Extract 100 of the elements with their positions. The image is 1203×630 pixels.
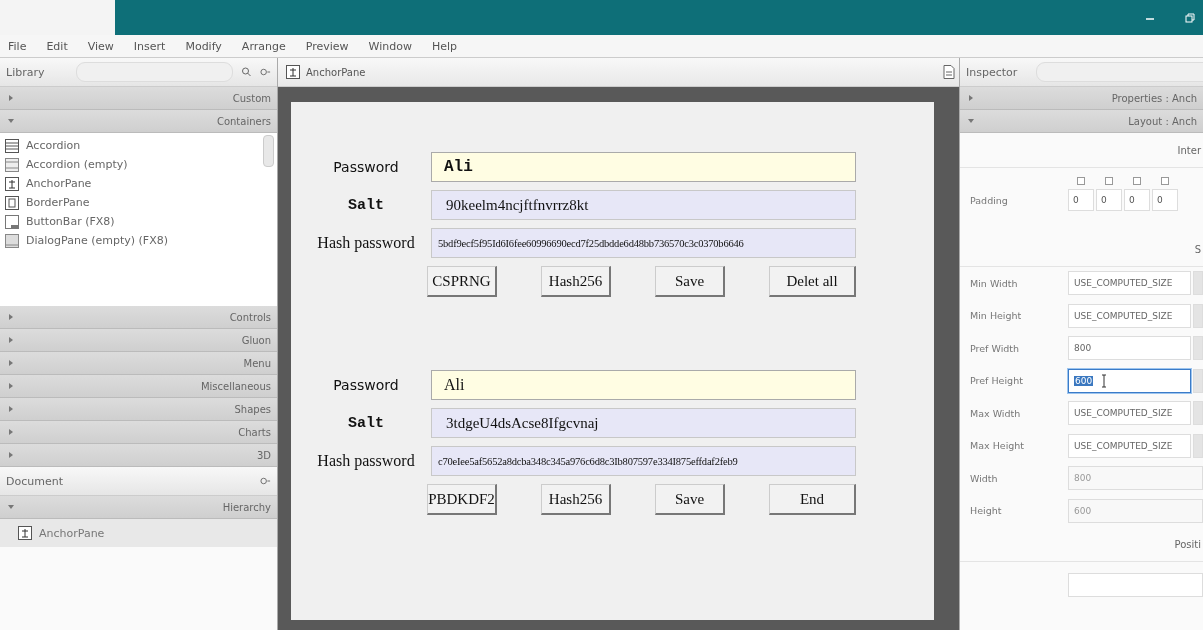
property-label: Max Width: [970, 407, 1022, 419]
property-label: Pref Width: [970, 342, 1021, 354]
property-field[interactable]: 800: [1068, 336, 1192, 361]
section-header[interactable]: Custom: [0, 87, 277, 110]
menu-item[interactable]: Preview: [305, 39, 349, 53]
library-item[interactable]: AnchorPane: [0, 174, 277, 193]
section-header[interactable]: Miscellaneous: [0, 375, 277, 398]
scrollbar-thumb[interactable]: [263, 135, 274, 167]
field-label: Password: [332, 159, 400, 175]
salt-field[interactable]: 90keelm4ncjftfnvrrz8kt: [431, 190, 856, 220]
action-button[interactable]: End: [769, 484, 856, 515]
property-field[interactable]: USE_COMPUTED_SIZE: [1068, 433, 1192, 458]
menu-item[interactable]: Arrange: [241, 39, 286, 53]
library-item[interactable]: Accordion (empty): [0, 155, 277, 174]
field-label: Salt: [347, 196, 385, 214]
section-header[interactable]: Layout : Anch: [960, 110, 1203, 133]
section-header[interactable]: Gluon: [0, 329, 277, 352]
action-button[interactable]: Save: [655, 266, 726, 297]
expand-arrow-icon[interactable]: [8, 452, 14, 458]
expand-arrow-icon[interactable]: [8, 314, 14, 320]
section-header[interactable]: Charts: [0, 421, 277, 444]
restore-icon[interactable]: [1185, 12, 1195, 23]
section-header[interactable]: 3D: [0, 444, 277, 467]
library-item[interactable]: ButtonBar (FX8): [0, 212, 277, 231]
field-label: Salt: [347, 414, 385, 432]
expand-arrow-icon[interactable]: [8, 360, 14, 366]
menu-item[interactable]: Window: [368, 39, 412, 53]
checkbox-icon[interactable]: [1133, 177, 1141, 185]
expand-arrow-icon[interactable]: [8, 406, 14, 412]
action-button[interactable]: Delet all: [769, 266, 856, 297]
expand-arrow-icon[interactable]: [8, 95, 14, 101]
group-heading: S: [1194, 243, 1201, 255]
search-field[interactable]: [76, 62, 233, 82]
menu-item[interactable]: View: [87, 39, 114, 53]
item-label: BorderPane: [26, 196, 90, 209]
search-icon[interactable]: [241, 67, 252, 77]
document-icon[interactable]: [943, 65, 955, 79]
hierarchy-item[interactable]: AnchorPane: [0, 519, 277, 547]
item-label: DialogPane (empty) (FX8): [26, 234, 168, 247]
action-button[interactable]: CSPRNG: [427, 266, 497, 297]
expand-arrow-icon[interactable]: [8, 429, 14, 435]
password-field[interactable]: Ali: [431, 370, 856, 400]
property-field[interactable]: USE_COMPUTED_SIZE: [1068, 303, 1192, 328]
expand-arrow-icon[interactable]: [8, 383, 14, 389]
collapse-arrow-icon[interactable]: [8, 118, 14, 124]
section-header[interactable]: Hierarchy: [0, 496, 277, 519]
anchor-icon: [286, 65, 300, 79]
checkbox-icon[interactable]: [1161, 177, 1169, 185]
library-item[interactable]: BorderPane: [0, 193, 277, 212]
library-item[interactable]: DialogPane (empty) (FX8): [0, 231, 277, 250]
property-field[interactable]: [1068, 573, 1203, 598]
item-label: AnchorPane: [26, 177, 92, 190]
border-pane-icon: [5, 195, 19, 210]
action-button[interactable]: Save: [655, 484, 726, 515]
expand-arrow-icon[interactable]: [968, 95, 974, 101]
section-header[interactable]: Menu: [0, 352, 277, 375]
padding-field[interactable]: 0: [1096, 189, 1122, 211]
padding-field[interactable]: 0: [1152, 189, 1178, 211]
section-header[interactable]: Containers: [0, 110, 277, 133]
menu-item[interactable]: Insert: [133, 39, 166, 53]
action-button[interactable]: Hash256: [541, 266, 612, 297]
collapse-arrow-icon[interactable]: [8, 504, 14, 510]
anchor-icon: [5, 176, 19, 191]
item-label: AnchorPane: [39, 526, 105, 540]
gear-menu-icon[interactable]: [260, 476, 271, 486]
group-heading: Inter: [1177, 144, 1201, 156]
action-button[interactable]: PBDKDF2: [427, 484, 497, 515]
salt-field[interactable]: 3tdgeU4dsAcse8Ifgcvnaj: [431, 408, 856, 438]
section-header[interactable]: Properties : Anch: [960, 87, 1203, 110]
group-heading: Positi: [1174, 538, 1201, 550]
section-header[interactable]: Shapes: [0, 398, 277, 421]
padding-field[interactable]: 0: [1068, 189, 1094, 211]
collapse-arrow-icon[interactable]: [968, 118, 974, 124]
menu-item[interactable]: Modify: [185, 39, 222, 53]
password-field[interactable]: Ali: [431, 152, 856, 182]
section-header[interactable]: Controls: [0, 306, 277, 329]
property-label: Width: [970, 472, 999, 484]
padding-field[interactable]: 0: [1124, 189, 1150, 211]
property-field[interactable]: USE_COMPUTED_SIZE: [1068, 401, 1192, 426]
menu-item[interactable]: Help: [431, 39, 457, 53]
action-button[interactable]: Hash256: [541, 484, 612, 515]
checkbox-icon[interactable]: [1105, 177, 1113, 185]
dialog-pane-icon: [5, 233, 19, 248]
accordion-icon: [5, 157, 19, 172]
property-label: Min Height: [970, 310, 1023, 322]
checkbox-icon[interactable]: [1077, 177, 1085, 185]
search-field[interactable]: [1036, 62, 1203, 82]
property-field[interactable]: USE_COMPUTED_SIZE: [1068, 271, 1192, 296]
hash-field[interactable]: c70eIee5af5652a8dcba348c345a976c6d8c3Ib807597e334I875effdaf2feb9: [431, 446, 856, 476]
menu-item[interactable]: Edit: [46, 39, 68, 53]
expand-arrow-icon[interactable]: [8, 337, 14, 343]
property-label: Padding: [970, 194, 1009, 206]
hash-field[interactable]: 5bdf9ecf5f95Id6I6fee60996690ecd7f25dbdde6d48bb736570c3c0370b6646: [431, 228, 856, 258]
item-label: ButtonBar (FX8): [26, 215, 115, 228]
menu-item[interactable]: File: [8, 39, 27, 53]
library-item[interactable]: Accordion: [0, 136, 277, 155]
gear-menu-icon[interactable]: [260, 67, 271, 77]
property-field[interactable]: 600: [1068, 368, 1192, 393]
field-label: Hash password: [316, 234, 416, 252]
breadcrumb[interactable]: AnchorPane: [306, 66, 366, 78]
